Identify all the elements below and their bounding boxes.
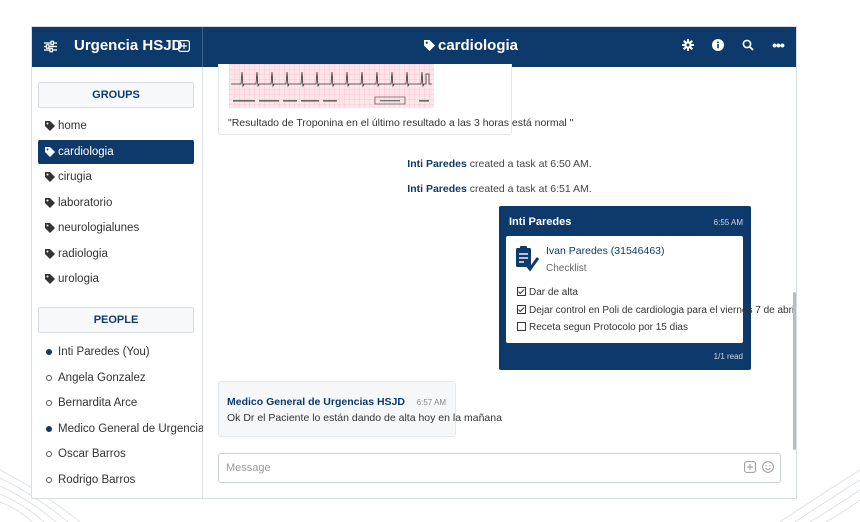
top-bar: Urgencia HSJD cardiologia ••• bbox=[32, 27, 796, 67]
message-time: 6:55 AM bbox=[713, 218, 743, 227]
online-status-icon bbox=[46, 349, 52, 355]
offline-status-icon bbox=[46, 477, 52, 483]
sidebar-item-cardiologia[interactable]: cardiologia bbox=[38, 140, 194, 164]
checklist-card[interactable]: Ivan Paredes (31546463) Checklist Dar de… bbox=[506, 236, 796, 343]
system-message-text: created a task at 6:50 AM. bbox=[466, 158, 592, 170]
sidebar-item-laboratorio[interactable]: laboratorio bbox=[38, 191, 194, 215]
checkbox-checked-icon[interactable] bbox=[517, 287, 526, 296]
sidebar-item-label: radiologia bbox=[58, 248, 108, 260]
message-input[interactable] bbox=[224, 459, 728, 477]
plus-box-icon[interactable] bbox=[178, 40, 190, 52]
user-link[interactable]: Inti Paredes bbox=[407, 158, 467, 170]
person-label: Angela Gonzalez bbox=[58, 372, 146, 384]
offline-status-icon bbox=[46, 400, 52, 406]
sidebar-person-oscar-barros[interactable]: Oscar Barros bbox=[38, 442, 194, 466]
message-card: Medico General de Urgencias HSJD 6:57 AM… bbox=[218, 381, 502, 437]
tag-icon bbox=[45, 249, 55, 259]
groups-header: GROUPS bbox=[38, 82, 194, 108]
person-label: Inti Paredes (You) bbox=[58, 346, 150, 358]
tag-icon bbox=[45, 147, 55, 157]
sidebar-item-radiologia[interactable]: radiologia bbox=[38, 242, 194, 266]
message-area: "Resultado de Troponina en el último res… bbox=[203, 64, 796, 498]
channel-name: cardiologia bbox=[437, 37, 519, 54]
header-actions: ••• bbox=[680, 37, 786, 53]
sidebar-item-label: cirugia bbox=[58, 171, 92, 183]
sidebar-person-rodrigo-barros[interactable]: Rodrigo Barros bbox=[38, 468, 194, 492]
person-label: Medico General de Urgencia... bbox=[58, 423, 214, 435]
checklist-item-text: Receta segun Protocolo por 15 dias bbox=[529, 322, 688, 333]
sidebar-item-cirugia[interactable]: cirugia bbox=[38, 165, 194, 189]
system-message: Inti Paredes created a task at 6:51 AM. bbox=[203, 183, 796, 195]
message-text: "Resultado de Troponina en el último res… bbox=[228, 117, 574, 129]
person-label: Rodrigo Barros bbox=[58, 474, 136, 486]
user-link[interactable]: Inti Paredes bbox=[407, 183, 467, 195]
sidebar-item-urologia[interactable]: urologia bbox=[38, 267, 194, 291]
scrollbar[interactable] bbox=[793, 292, 796, 450]
message-sender[interactable]: Inti Paredes bbox=[509, 216, 571, 228]
sidebar-item-label: neurologialunes bbox=[58, 222, 140, 234]
app-window: Urgencia HSJD cardiologia ••• GROUPS hom… bbox=[31, 26, 797, 499]
checklist-item[interactable]: Receta segun Protocolo por 15 dias bbox=[517, 322, 688, 333]
sidebar-person-angela-gonzalez[interactable]: Angela Gonzalez bbox=[38, 366, 194, 390]
info-icon[interactable] bbox=[710, 37, 726, 53]
checklist-item-text: Dar de alta bbox=[529, 287, 578, 298]
message-time: 6:57 AM bbox=[416, 398, 446, 407]
patient-link[interactable]: Ivan Paredes (31546463) bbox=[546, 245, 665, 257]
sidebar-item-label: urologia bbox=[58, 273, 99, 285]
message-composer bbox=[218, 453, 781, 483]
online-status-icon bbox=[46, 426, 52, 432]
tag-icon bbox=[45, 274, 55, 284]
search-icon[interactable] bbox=[740, 37, 756, 53]
tag-icon bbox=[45, 172, 55, 182]
ecg-attachment-card: "Resultado de Troponina en el último res… bbox=[218, 64, 573, 135]
offline-status-icon bbox=[46, 451, 52, 457]
sidebar-item-label: cardiologia bbox=[58, 146, 114, 158]
team-header: Urgencia HSJD bbox=[32, 27, 203, 67]
message-text: Ok Dr el Paciente lo están dando de alta… bbox=[227, 412, 502, 424]
sidebar: GROUPS home cardiologia cirugia laborato… bbox=[32, 67, 214, 498]
checklist-item[interactable]: Dejar control en Poli de cardiologia par… bbox=[517, 305, 796, 316]
system-message: Inti Paredes created a task at 6:50 AM. bbox=[203, 158, 796, 170]
sidebar-item-neurologialunes[interactable]: neurologialunes bbox=[38, 216, 194, 240]
checklist-icon bbox=[516, 246, 539, 272]
tag-icon bbox=[45, 223, 55, 233]
sidebar-person-inti-paredes[interactable]: Inti Paredes (You) bbox=[38, 340, 194, 364]
tag-icon bbox=[45, 121, 55, 131]
team-name[interactable]: Urgencia HSJD bbox=[74, 37, 182, 54]
read-receipt: 1/1 read bbox=[713, 352, 743, 361]
sliders-icon[interactable] bbox=[44, 40, 57, 53]
sidebar-person-bernardita-arce[interactable]: Bernardita Arce bbox=[38, 391, 194, 415]
gear-icon[interactable] bbox=[680, 37, 696, 53]
message-sender[interactable]: Medico General de Urgencias HSJD bbox=[227, 396, 405, 408]
task-message-card: Inti Paredes 6:55 AM Ivan Paredes (31546… bbox=[499, 206, 796, 370]
checklist-item[interactable]: Dar de alta bbox=[517, 287, 578, 298]
offline-status-icon bbox=[46, 375, 52, 381]
checkbox-icon[interactable] bbox=[517, 322, 526, 331]
people-header: PEOPLE bbox=[38, 307, 194, 333]
checklist-label: Checklist bbox=[546, 263, 587, 274]
plus-box-icon[interactable] bbox=[744, 461, 756, 473]
sidebar-item-home[interactable]: home bbox=[38, 114, 194, 138]
person-label: Bernardita Arce bbox=[58, 397, 138, 409]
checklist-item-text: Dejar control en Poli de cardiologia par… bbox=[529, 305, 797, 316]
checkbox-checked-icon[interactable] bbox=[517, 305, 526, 314]
sidebar-person-medico-general[interactable]: Medico General de Urgencia... bbox=[38, 417, 214, 441]
more-icon[interactable]: ••• bbox=[770, 37, 786, 53]
system-message-text: created a task at 6:51 AM. bbox=[466, 183, 592, 195]
ecg-image[interactable] bbox=[229, 64, 434, 108]
person-label: Oscar Barros bbox=[58, 448, 126, 460]
tag-icon bbox=[423, 40, 435, 51]
sidebar-item-label: home bbox=[58, 120, 87, 132]
sidebar-item-label: laboratorio bbox=[58, 197, 113, 209]
emoji-icon[interactable] bbox=[762, 461, 774, 473]
tag-icon bbox=[45, 198, 55, 208]
